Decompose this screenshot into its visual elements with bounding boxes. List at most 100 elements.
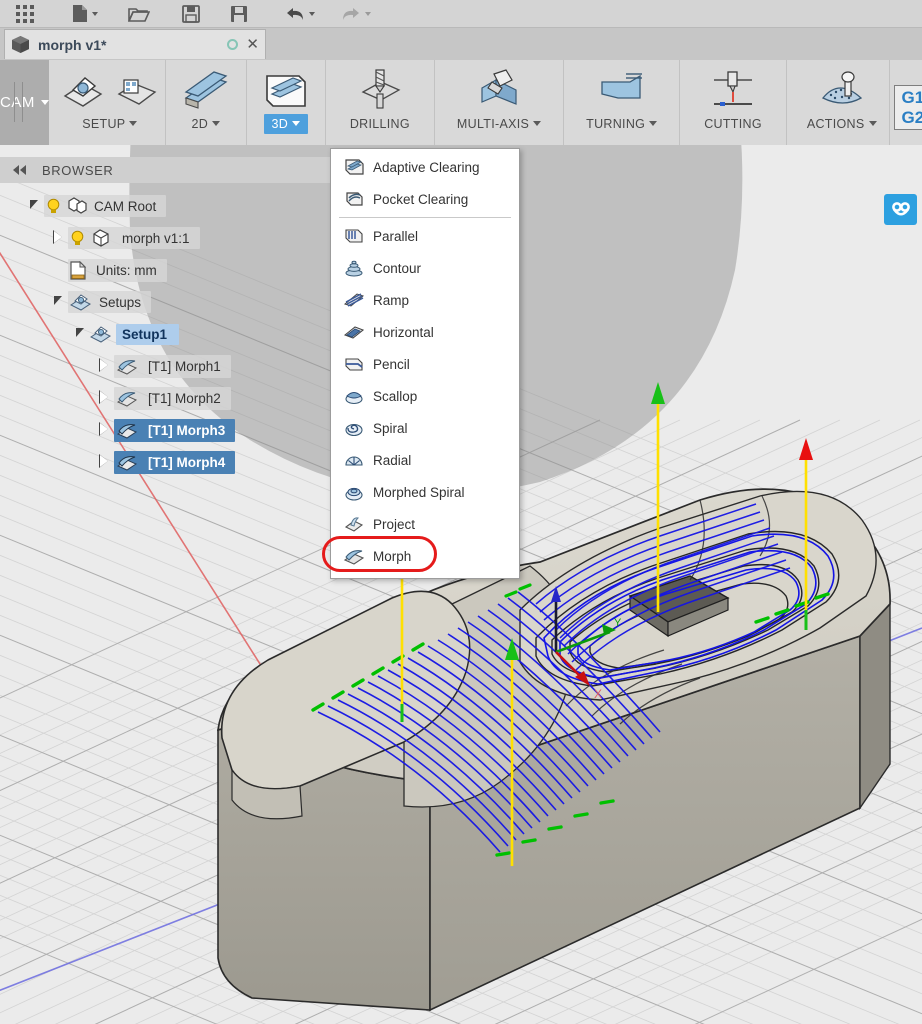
multiaxis-icon[interactable] — [472, 66, 526, 114]
chevron-down-icon[interactable] — [212, 121, 220, 126]
gcode-line-1: G1 — [902, 88, 922, 107]
ribbon-label-multiaxis[interactable]: MULTI-AXIS — [449, 114, 549, 131]
menu-item-parallel[interactable]: Parallel — [331, 220, 519, 252]
fusion-logo-icon[interactable] — [884, 194, 917, 225]
setup-folder-icon[interactable] — [115, 66, 159, 114]
ribbon-group-postprocess[interactable]: G1 G2 — [890, 60, 922, 145]
ribbon-group-2d[interactable]: 2D — [166, 60, 247, 145]
menu-item-morphed-spiral[interactable]: Morphed Spiral — [331, 476, 519, 508]
menu-item-pocket-clearing[interactable]: Pocket Clearing — [331, 183, 519, 215]
menu-item-horizontal[interactable]: Horizontal — [331, 316, 519, 348]
menu-item-contour[interactable]: Contour — [331, 252, 519, 284]
ribbon-label-2d[interactable]: 2D — [184, 114, 229, 131]
browser-tree: CAM Root m — [0, 190, 300, 478]
tree-item-morph4[interactable]: [T1] Morph4 — [0, 446, 300, 478]
ribbon-group-drilling[interactable]: DRILLING — [326, 60, 435, 145]
menu-item-morph[interactable]: Morph — [331, 540, 519, 572]
redo-icon[interactable] — [332, 1, 378, 27]
menu-item-scallop[interactable]: Scallop — [331, 380, 519, 412]
ribbon-group-turning[interactable]: TURNING — [564, 60, 680, 145]
chevron-down-icon[interactable] — [365, 12, 371, 16]
tree-item-cam-root[interactable]: CAM Root — [0, 190, 300, 222]
browser-title: BROWSER — [42, 163, 113, 178]
ribbon-group-actions[interactable]: ACTIONS — [787, 60, 890, 145]
chevron-down-icon[interactable] — [309, 12, 315, 16]
open-folder-icon[interactable] — [120, 1, 158, 27]
collapse-panel-icon[interactable] — [12, 165, 28, 175]
expander-closed-icon[interactable] — [94, 455, 114, 470]
morph-icon — [341, 545, 367, 567]
project-icon — [341, 513, 367, 535]
menu-item-radial[interactable]: Radial — [331, 444, 519, 476]
app-grid-icon[interactable] — [6, 1, 44, 27]
ribbon-group-multiaxis[interactable]: MULTI-AXIS — [435, 60, 564, 145]
lightbulb-icon[interactable] — [46, 198, 61, 215]
gcode-icon[interactable]: G1 G2 — [894, 85, 922, 129]
expander-open-icon[interactable] — [48, 296, 68, 308]
tree-label: morph v1:1 — [122, 231, 190, 246]
cutting-icon[interactable] — [708, 66, 758, 114]
chevron-down-icon[interactable] — [869, 121, 877, 126]
svg-text:Y: Y — [614, 617, 622, 629]
ribbon-group-3d[interactable]: 3D — [247, 60, 326, 145]
tree-item-morph1[interactable]: [T1] Morph1 — [0, 350, 300, 382]
actions-icon[interactable] — [817, 66, 867, 114]
units-doc-icon — [70, 261, 86, 280]
tree-item-morph2[interactable]: [T1] Morph2 — [0, 382, 300, 414]
turning-icon[interactable] — [596, 66, 648, 114]
tree-item-morph3[interactable]: [T1] Morph3 — [0, 414, 300, 446]
lightbulb-icon[interactable] — [70, 230, 85, 247]
menu-item-project[interactable]: Project — [331, 508, 519, 540]
tree-item-setup1[interactable]: Setup1 — [0, 318, 300, 350]
tree-item-setups[interactable]: Setups — [0, 286, 300, 318]
ribbon-label-actions[interactable]: ACTIONS — [799, 114, 885, 131]
new-file-icon[interactable] — [62, 1, 108, 27]
close-icon[interactable]: ✕ — [246, 37, 259, 52]
expander-closed-icon[interactable] — [94, 423, 114, 438]
gcode-line-2: G2 — [902, 108, 922, 127]
menu-item-adaptive-clearing[interactable]: Adaptive Clearing — [331, 151, 519, 183]
chevron-down-icon[interactable] — [92, 12, 98, 16]
expander-open-icon[interactable] — [24, 200, 44, 212]
cam-root-icon — [68, 197, 87, 215]
expander-closed-icon[interactable] — [48, 231, 68, 246]
pocket-clearing-icon — [341, 188, 367, 210]
chevron-down-icon[interactable] — [649, 121, 657, 126]
document-tab[interactable]: morph v1* ✕ — [4, 29, 266, 59]
ribbon-label-drilling[interactable]: DRILLING — [342, 114, 418, 131]
tree-label: [T1] Morph2 — [148, 391, 221, 406]
menu-item-label: Morph — [373, 549, 411, 564]
drilling-icon[interactable] — [355, 66, 405, 114]
adaptive-clearing-icon — [341, 156, 367, 178]
expander-closed-icon[interactable] — [94, 359, 114, 374]
expander-open-icon[interactable] — [70, 328, 90, 340]
ribbon-label-3d[interactable]: 3D — [264, 114, 309, 134]
chevron-down-icon[interactable] — [292, 121, 300, 126]
menu-item-pencil[interactable]: Pencil — [331, 348, 519, 380]
ribbon-label-setup[interactable]: SETUP — [74, 114, 145, 131]
tree-item-body[interactable]: morph v1:1 — [0, 222, 300, 254]
chevron-down-icon[interactable] — [533, 121, 541, 126]
threed-icon[interactable] — [261, 66, 311, 114]
menu-item-label: Project — [373, 517, 415, 532]
tree-label: [T1] Morph1 — [148, 359, 221, 374]
chevron-down-icon[interactable] — [129, 121, 137, 126]
save-as-icon[interactable] — [220, 1, 258, 27]
menu-item-ramp[interactable]: Ramp — [331, 284, 519, 316]
twod-icon[interactable] — [180, 66, 232, 114]
tree-item-units[interactable]: Units: mm — [0, 254, 300, 286]
workspace-switcher-button[interactable]: CAM — [0, 60, 49, 145]
expander-closed-icon[interactable] — [94, 391, 114, 406]
spiral-icon — [341, 417, 367, 439]
save-icon[interactable] — [172, 1, 210, 27]
ribbon-group-setup[interactable]: SETUP — [49, 60, 166, 145]
setup-icon[interactable] — [61, 66, 105, 114]
document-tab-bar: morph v1* ✕ — [0, 28, 922, 60]
menu-item-spiral[interactable]: Spiral — [331, 412, 519, 444]
ribbon-group-cutting[interactable]: CUTTING — [680, 60, 787, 145]
chevron-down-icon[interactable] — [41, 100, 49, 105]
undo-icon[interactable] — [276, 1, 322, 27]
contour-icon — [341, 257, 367, 279]
ribbon-label-cutting[interactable]: CUTTING — [696, 114, 770, 131]
ribbon-label-turning[interactable]: TURNING — [578, 114, 665, 131]
